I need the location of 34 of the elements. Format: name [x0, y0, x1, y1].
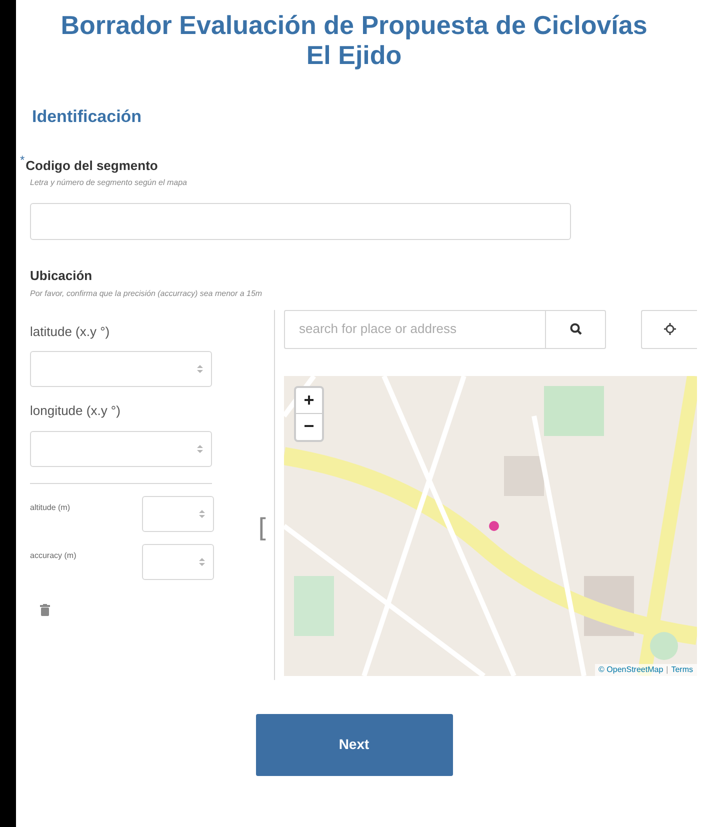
- spinner-icon[interactable]: [197, 444, 203, 454]
- question-hint: Letra y número de segmento según el mapa: [30, 177, 188, 189]
- resize-handle[interactable]: [: [258, 514, 268, 680]
- map[interactable]: + − © OpenStreetMap | Terms: [284, 376, 697, 676]
- attribution-link[interactable]: © OpenStreetMap: [598, 664, 664, 676]
- locate-button[interactable]: [641, 310, 697, 348]
- spinner-icon[interactable]: [199, 508, 205, 518]
- question-label: Codigo del segmento: [26, 156, 158, 175]
- search-button[interactable]: [546, 310, 606, 348]
- number-field[interactable]: [142, 496, 214, 532]
- required-marker: *: [20, 156, 25, 164]
- terms-link[interactable]: Terms: [671, 664, 693, 676]
- field-label: accuracy (m): [30, 550, 76, 562]
- field-label: altitude (m): [30, 502, 70, 514]
- zoom-in-button[interactable]: +: [296, 388, 322, 414]
- spinner-icon[interactable]: [197, 364, 203, 374]
- next-button[interactable]: Next: [256, 714, 452, 776]
- search-field[interactable]: search for place or address: [284, 310, 546, 348]
- number-field[interactable]: [30, 430, 212, 466]
- trash-icon[interactable]: [40, 604, 50, 616]
- zoom-out-button[interactable]: −: [296, 414, 322, 440]
- section-heading: Identificación: [32, 106, 143, 128]
- search-icon: [570, 323, 582, 335]
- question-hint: Por favor, confirma que la precisión (accurracy) sea menor a 15m: [30, 288, 264, 300]
- question-label: Ubicación: [30, 267, 94, 285]
- page-title: Borrador Evaluación de Propuesta de Ciclovías El Ejido: [60, 9, 648, 70]
- separator: |: [666, 664, 668, 676]
- number-field[interactable]: [142, 544, 214, 580]
- spinner-icon[interactable]: [199, 556, 205, 566]
- field-label: longitude (x.y °): [30, 402, 122, 420]
- field-label: latitude (x.y °): [30, 322, 111, 341]
- text-field[interactable]: [30, 203, 571, 240]
- crosshair-icon: [664, 323, 676, 335]
- number-field[interactable]: [30, 351, 212, 387]
